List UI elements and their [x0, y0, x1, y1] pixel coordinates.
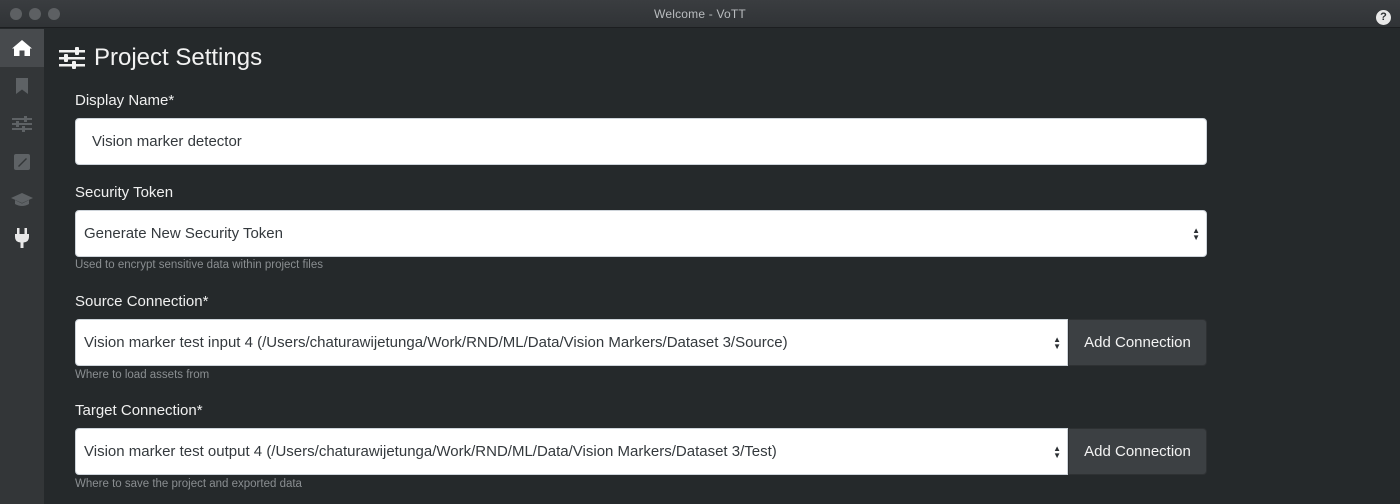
add-source-connection-button[interactable]: Add Connection [1068, 319, 1207, 366]
display-name-value: Vision marker detector [92, 133, 242, 150]
title-bar: Welcome - VoTT ? [0, 0, 1400, 28]
sliders-icon [59, 47, 85, 69]
sidebar-item-home[interactable] [0, 29, 44, 67]
target-connection-select[interactable]: Vision marker test output 4 (/Users/chat… [75, 428, 1068, 475]
security-token-value: Generate New Security Token [84, 225, 283, 242]
plug-icon [15, 228, 29, 248]
sidebar-item-settings[interactable] [0, 105, 44, 143]
select-arrows-icon: ▲ ▼ [1053, 334, 1061, 351]
select-arrows-icon: ▲ ▼ [1192, 225, 1200, 242]
main-content: Project Settings Display Name* Vision ma… [44, 29, 1400, 504]
source-connection-select[interactable]: Vision marker test input 4 (/Users/chatu… [75, 319, 1068, 366]
sidebar-item-train[interactable] [0, 181, 44, 219]
add-target-connection-button[interactable]: Add Connection [1068, 428, 1207, 475]
security-token-help: Used to encrypt sensitive data within pr… [75, 259, 324, 271]
sidebar-item-edit[interactable] [0, 143, 44, 181]
display-name-input[interactable]: Vision marker detector [75, 118, 1207, 165]
sliders-icon [12, 116, 32, 132]
target-connection-value: Vision marker test output 4 (/Users/chat… [84, 443, 777, 460]
help-icon[interactable]: ? [1376, 10, 1391, 25]
source-connection-label: Source Connection* [75, 293, 209, 310]
source-connection-value: Vision marker test input 4 (/Users/chatu… [84, 334, 788, 351]
sidebar-item-connections[interactable] [0, 219, 44, 257]
page-title: Project Settings [94, 44, 263, 71]
target-connection-help: Where to save the project and exported d… [75, 478, 302, 490]
display-name-label: Display Name* [75, 92, 175, 109]
window-title: Welcome - VoTT [654, 7, 746, 21]
security-token-label: Security Token [75, 184, 174, 201]
sidebar [0, 29, 44, 504]
source-connection-help: Where to load assets from [75, 369, 210, 381]
sidebar-item-tags[interactable] [0, 67, 44, 105]
page-header: Project Settings [59, 44, 262, 72]
target-connection-label: Target Connection* [75, 402, 203, 419]
graduation-cap-icon [11, 193, 33, 206]
home-icon [12, 40, 32, 56]
bookmark-icon [16, 78, 28, 94]
security-token-select[interactable]: Generate New Security Token ▲ ▼ [75, 210, 1207, 257]
select-arrows-icon: ▲ ▼ [1053, 443, 1061, 460]
edit-image-icon [14, 154, 30, 170]
